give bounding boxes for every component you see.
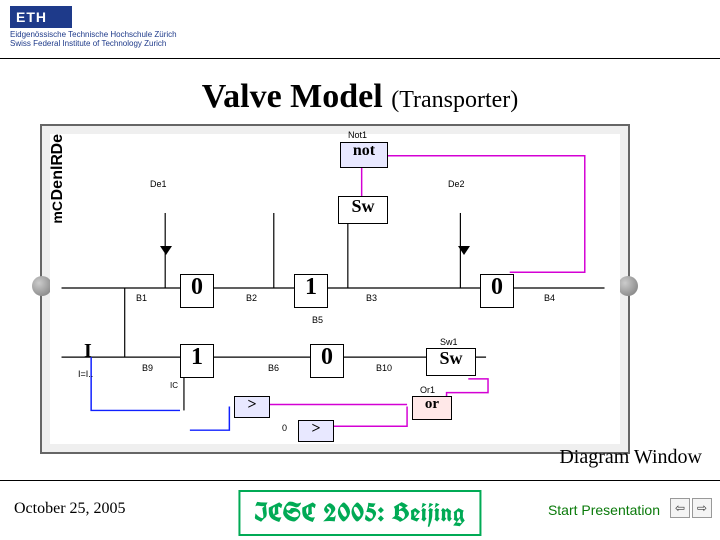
label-sw1: Sw1 xyxy=(440,338,458,347)
wires-svg xyxy=(50,134,620,444)
label-b6: B6 xyxy=(268,364,279,373)
nav-controls: ⇦⇨ xyxy=(668,498,712,518)
prev-button[interactable]: ⇦ xyxy=(670,498,690,518)
connector-knob-left xyxy=(32,276,52,296)
slide-title: Valve Model (Transporter) xyxy=(0,78,720,116)
or-block: or xyxy=(412,396,452,420)
label-b1: B1 xyxy=(136,294,147,303)
connector-knob-right xyxy=(618,276,638,296)
label-b3: B3 xyxy=(366,294,377,303)
node-one-2: 1 xyxy=(180,344,214,378)
title-main: Valve Model xyxy=(202,78,383,115)
institution-line-2: Swiss Federal Institute of Technology Zu… xyxy=(10,39,177,48)
label-b5: B5 xyxy=(312,316,323,325)
switch-top: Sw xyxy=(338,196,388,224)
label-il: I=I.. xyxy=(78,370,93,379)
institution-text: Eidgenössische Technische Hochschule Zür… xyxy=(10,30,177,48)
label-not1: Not1 xyxy=(348,131,367,140)
label-b10: B10 xyxy=(376,364,392,373)
eth-logo: ETH xyxy=(10,6,72,28)
label-de2b: De2 xyxy=(448,180,465,189)
slide-header: ETH Eidgenössische Technische Hochschule… xyxy=(0,0,720,58)
label-mc: mC xyxy=(50,201,64,224)
label-de-right: De xyxy=(50,180,66,200)
label-nlr: nlR xyxy=(50,154,66,180)
gt-block-1: > xyxy=(234,396,270,418)
start-presentation-link[interactable]: Start Presentation xyxy=(548,502,660,518)
gt-block-2: > xyxy=(298,420,334,442)
label-de-left: De xyxy=(50,134,66,154)
diagram-canvas: not Not1 De De1 nlR Sw De De2 0 1 0 B1 B… xyxy=(50,134,620,444)
slide-footer: October 25, 2005 ICSC 2005: Beijing Star… xyxy=(0,486,720,536)
title-sub: (Transporter) xyxy=(391,87,518,113)
conference-badge: ICSC 2005: Beijing xyxy=(238,490,481,536)
node-zero-2: 0 xyxy=(480,274,514,308)
diode-icon xyxy=(160,246,172,255)
current-source: I xyxy=(84,340,92,363)
label-de1b: De1 xyxy=(150,180,167,189)
node-zero-3: 0 xyxy=(310,344,344,378)
switch-bot: Sw xyxy=(426,348,476,376)
node-zero-1: 0 xyxy=(180,274,214,308)
label-b9: B9 xyxy=(142,364,153,373)
label-mc-ic: IC xyxy=(170,382,178,390)
node-one-1: 1 xyxy=(294,274,328,308)
next-button[interactable]: ⇨ xyxy=(692,498,712,518)
footer-divider xyxy=(0,480,720,481)
header-divider xyxy=(0,58,720,59)
diode-icon-2 xyxy=(458,246,470,255)
label-zero: 0 xyxy=(282,424,287,433)
not-block: not xyxy=(340,142,388,168)
institution-line-1: Eidgenössische Technische Hochschule Zür… xyxy=(10,30,177,39)
label-or1: Or1 xyxy=(420,386,435,395)
label-b2: B2 xyxy=(246,294,257,303)
diagram-window: not Not1 De De1 nlR Sw De De2 0 1 0 B1 B… xyxy=(40,124,630,454)
footer-date: October 25, 2005 xyxy=(14,500,126,518)
diagram-caption: Diagram Window xyxy=(559,446,702,469)
label-b4: B4 xyxy=(544,294,555,303)
